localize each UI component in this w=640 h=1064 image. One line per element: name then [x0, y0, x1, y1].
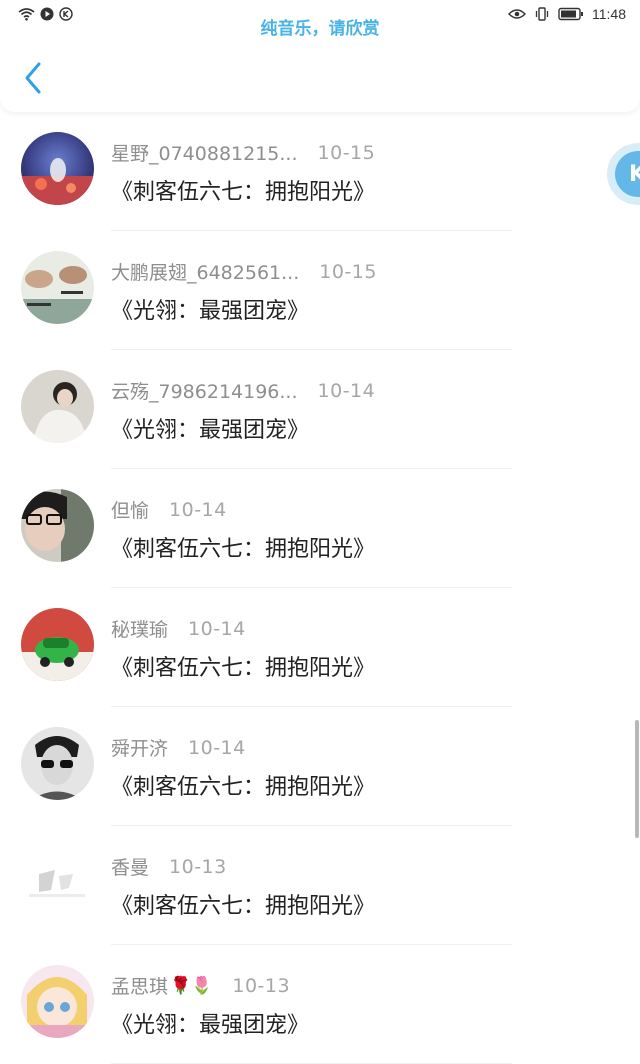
username[interactable]: 云殇_7986214196... — [111, 377, 298, 404]
avatar[interactable] — [21, 489, 94, 562]
item-meta: 秘璞瑜 10-14 — [111, 615, 246, 642]
scrollbar[interactable] — [635, 720, 639, 838]
list-item[interactable]: 大鹏展翅_6482561... 10-15 《光翎：最强团宠》 — [0, 231, 640, 350]
item-meta: 孟思琪 🌹🌷 10-13 — [111, 972, 290, 999]
list-item[interactable]: 星野_0740881215... 10-15 《刺客伍六七：拥抱阳光》 — [0, 112, 640, 231]
item-meta: 但愉 10-14 — [111, 496, 227, 523]
item-meta: 星野_0740881215... 10-15 — [111, 139, 375, 166]
list-item[interactable]: 云殇_7986214196... 10-14 《光翎：最强团宠》 — [0, 350, 640, 469]
username[interactable]: 但愉 — [111, 496, 149, 523]
avatar[interactable] — [21, 727, 94, 800]
date: 10-14 — [188, 617, 246, 640]
username[interactable]: 秘璞瑜 — [111, 615, 168, 642]
date: 10-13 — [169, 855, 227, 878]
avatar[interactable] — [21, 370, 94, 443]
song-title[interactable]: 《光翎：最强团宠》 — [111, 1007, 309, 1039]
song-title[interactable]: 《刺客伍六七：拥抱阳光》 — [111, 531, 375, 563]
username[interactable]: 大鹏展翅_6482561... — [111, 258, 299, 285]
list-item[interactable]: 舜开济 10-14 《刺客伍六七：拥抱阳光》 — [0, 707, 640, 826]
avatar[interactable] — [21, 846, 94, 919]
now-playing-text[interactable]: 纯音乐，请欣赏 — [0, 14, 640, 39]
flower-emoji: 🌹🌷 — [170, 975, 213, 996]
item-meta: 云殇_7986214196... 10-14 — [111, 377, 375, 404]
date: 10-15 — [319, 260, 377, 283]
floating-k-label: K — [615, 151, 640, 197]
list-item[interactable]: 秘璞瑜 10-14 《刺客伍六七：拥抱阳光》 — [0, 588, 640, 707]
date: 10-13 — [232, 974, 291, 997]
song-title[interactable]: 《光翎：最强团宠》 — [111, 412, 309, 444]
song-title[interactable]: 《刺客伍六七：拥抱阳光》 — [111, 650, 375, 682]
song-title[interactable]: 《刺客伍六七：拥抱阳光》 — [111, 769, 375, 801]
date: 10-14 — [317, 379, 376, 402]
avatar[interactable] — [21, 965, 94, 1038]
date: 10-15 — [317, 141, 376, 164]
username[interactable]: 星野_0740881215... — [111, 139, 298, 166]
item-meta: 大鹏展翅_6482561... 10-15 — [111, 258, 377, 285]
username[interactable]: 舜开济 — [111, 734, 168, 761]
chevron-left-icon — [25, 62, 41, 94]
username[interactable]: 孟思琪 — [111, 972, 168, 999]
item-meta: 舜开济 10-14 — [111, 734, 246, 761]
avatar[interactable] — [21, 251, 94, 324]
list-item[interactable]: 香曼 10-13 《刺客伍六七：拥抱阳光》 — [0, 826, 640, 945]
item-meta: 香曼 10-13 — [111, 853, 227, 880]
nav-header — [0, 30, 640, 112]
date: 10-14 — [188, 736, 246, 759]
back-button[interactable] — [20, 60, 48, 96]
list-item[interactable]: 孟思琪 🌹🌷 10-13 《光翎：最强团宠》 — [0, 945, 640, 1064]
avatar[interactable] — [21, 132, 94, 205]
song-title[interactable]: 《刺客伍六七：拥抱阳光》 — [111, 888, 375, 920]
list: 星野_0740881215... 10-15 《刺客伍六七：拥抱阳光》 大鹏展翅… — [0, 112, 640, 1064]
date: 10-14 — [169, 498, 227, 521]
username[interactable]: 香曼 — [111, 853, 149, 880]
song-title[interactable]: 《光翎：最强团宠》 — [111, 293, 309, 325]
song-title[interactable]: 《刺客伍六七：拥抱阳光》 — [111, 174, 375, 206]
list-item[interactable]: 但愉 10-14 《刺客伍六七：拥抱阳光》 — [0, 469, 640, 588]
avatar[interactable] — [21, 608, 94, 681]
